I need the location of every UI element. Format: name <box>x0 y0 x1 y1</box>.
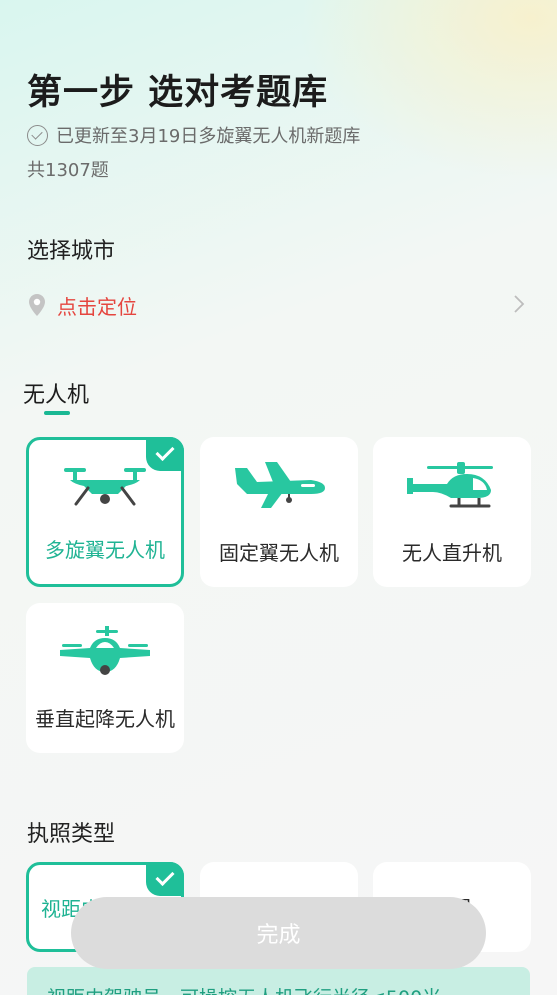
multirotor-drone-icon <box>64 468 146 506</box>
fixed-wing-plane-icon <box>235 462 325 508</box>
update-status: 已更新至3月19日多旋翼无人机新题库 <box>27 122 360 148</box>
question-count: 共1307题 <box>27 160 109 181</box>
option-label: 垂直起降无人机 <box>35 707 175 731</box>
chevron-right-icon <box>514 295 525 313</box>
license-info-bar: 视距内驾驶员，可操控无人机飞行半径≤500米 <box>27 967 530 995</box>
update-text: 已更新至3月19日多旋翼无人机新题库 <box>56 126 361 147</box>
option-vtol[interactable]: 垂直起降无人机 <box>26 603 184 753</box>
option-label: 固定翼无人机 <box>219 541 339 565</box>
tab-active-indicator <box>44 411 70 415</box>
locate-link[interactable]: 点击定位 <box>57 291 137 320</box>
locate-city-row[interactable]: 点击定位 <box>27 290 527 320</box>
header-background <box>297 0 557 180</box>
selected-check-icon <box>146 862 184 896</box>
option-label: 无人直升机 <box>402 541 502 565</box>
tab-drone[interactable]: 无人机 <box>23 377 89 409</box>
page-title: 第一步 选对考题库 <box>27 73 329 113</box>
check-circle-icon <box>27 124 48 146</box>
option-multirotor[interactable]: 多旋翼无人机 <box>26 437 184 587</box>
option-label: 多旋翼无人机 <box>45 538 165 562</box>
option-helicopter[interactable]: 无人直升机 <box>373 437 531 587</box>
option-fixed-wing[interactable]: 固定翼无人机 <box>200 437 358 587</box>
selected-check-icon <box>146 437 184 471</box>
vtol-drone-icon <box>60 626 150 675</box>
done-button[interactable]: 完成 <box>71 897 486 969</box>
location-pin-icon <box>29 294 45 316</box>
license-section-title: 执照类型 <box>27 822 116 847</box>
helicopter-icon <box>407 462 493 508</box>
city-section-title: 选择城市 <box>27 239 116 264</box>
